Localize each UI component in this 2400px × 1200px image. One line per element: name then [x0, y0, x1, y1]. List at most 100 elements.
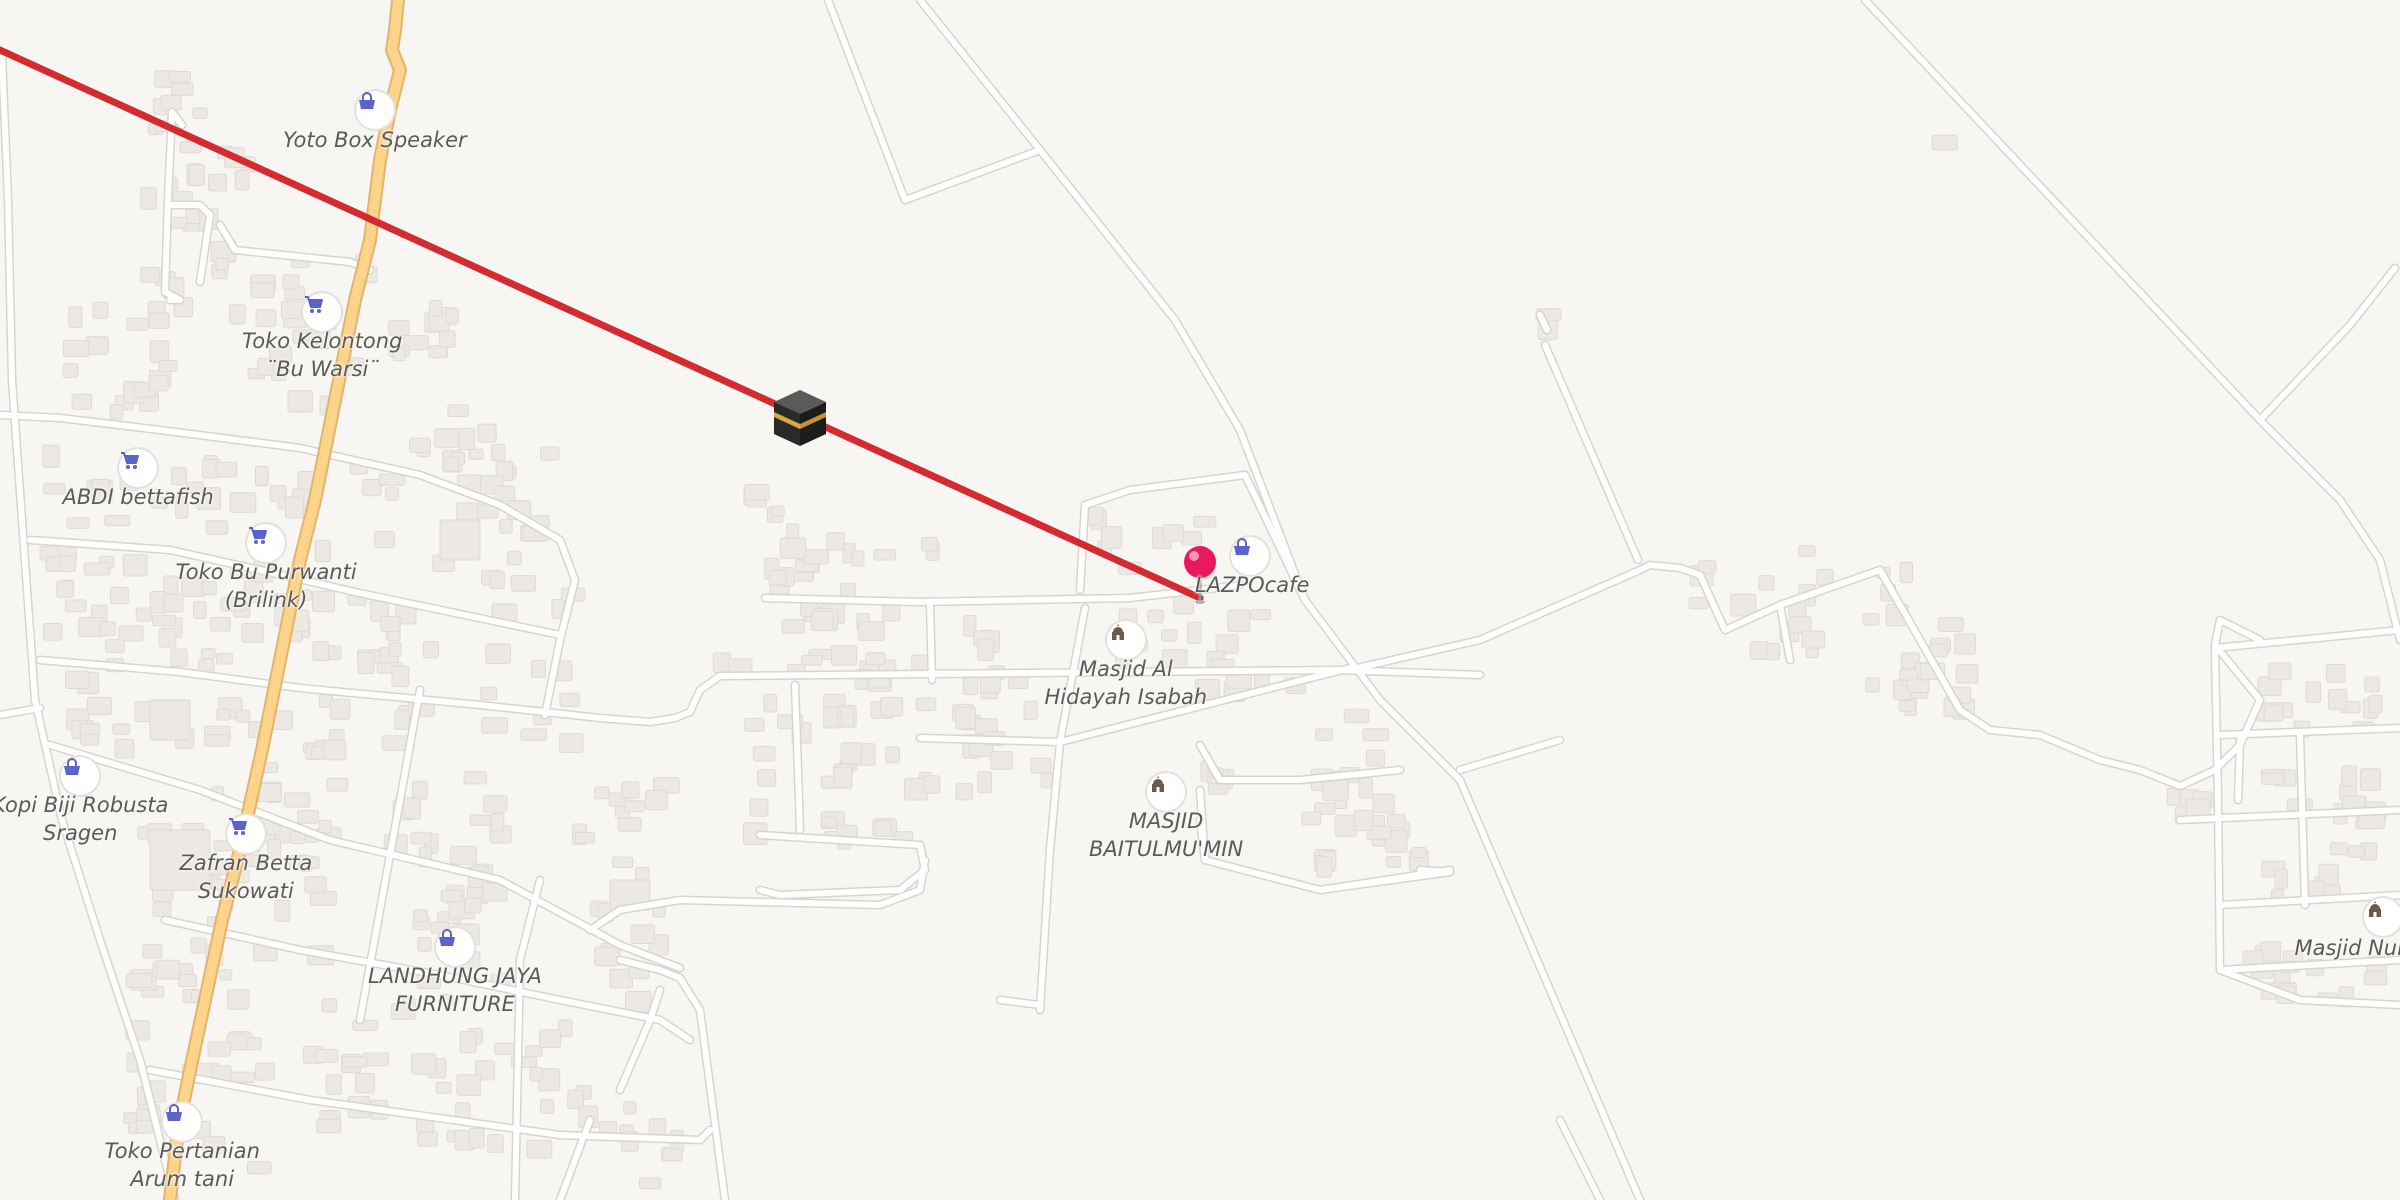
building: [444, 456, 459, 472]
building: [152, 614, 177, 627]
building: [112, 723, 130, 735]
road: [1542, 342, 1641, 563]
shopping-bag-icon[interactable]: [163, 1103, 201, 1141]
building: [148, 375, 169, 392]
building: [417, 937, 432, 953]
building: [255, 465, 269, 487]
building: [494, 1042, 517, 1055]
building: [1162, 524, 1184, 542]
poi-label-line: Toko Pertanian: [104, 1139, 260, 1163]
building: [59, 555, 76, 573]
building: [2368, 694, 2383, 714]
poi-label-line: Toko Kelontong: [242, 329, 403, 353]
building: [1898, 700, 1916, 712]
building: [235, 709, 251, 723]
poi-label: Toko Pertanian Arum tani: [105, 1137, 260, 1193]
shopping-bag-icon[interactable]: [356, 91, 394, 129]
building: [68, 306, 83, 328]
building: [1865, 677, 1880, 693]
shopping-cart-icon[interactable]: [303, 293, 341, 331]
building: [357, 651, 375, 674]
building: [490, 443, 506, 461]
building: [810, 610, 834, 631]
road: [917, 0, 1308, 603]
building: [744, 717, 765, 732]
shopping-bag-icon[interactable]: [436, 928, 474, 966]
building: [539, 1029, 562, 1048]
building: [2166, 787, 2181, 806]
building: [125, 973, 153, 988]
mosque-icon[interactable]: [1107, 621, 1145, 659]
building: [858, 621, 885, 641]
shopping-bag-icon[interactable]: [61, 757, 99, 795]
road: [2235, 737, 2243, 803]
buildings-layer: [39, 70, 2388, 1190]
building: [42, 444, 60, 468]
road-casing: [1860, 0, 2400, 645]
building: [456, 427, 476, 450]
building: [469, 814, 494, 826]
building: [86, 696, 113, 716]
road: [927, 602, 935, 683]
building: [158, 628, 177, 648]
building: [241, 623, 264, 643]
building: [1766, 643, 1780, 661]
building: [499, 518, 513, 534]
building: [923, 775, 941, 794]
building: [378, 473, 406, 486]
building: [874, 820, 892, 837]
building: [2341, 765, 2357, 787]
building: [2364, 676, 2380, 693]
building: [83, 562, 111, 576]
road: [1417, 867, 1453, 875]
building: [624, 800, 645, 813]
building: [1316, 856, 1332, 878]
building: [916, 697, 937, 712]
building: [323, 739, 347, 761]
building: [85, 336, 109, 355]
mosque-icon[interactable]: [2364, 898, 2400, 936]
building: [630, 924, 655, 944]
building: [126, 317, 149, 331]
building: [411, 1053, 437, 1075]
poi-label: Toko Kelontong ¨Bu Warsi¨: [242, 327, 402, 383]
building: [880, 696, 904, 717]
building: [468, 448, 484, 460]
building: [645, 789, 668, 811]
building: [62, 339, 90, 358]
building: [1227, 609, 1251, 632]
building: [229, 304, 246, 325]
building: [110, 586, 129, 605]
shopping-bag-icon[interactable]: [1231, 537, 1269, 575]
building: [2363, 970, 2388, 986]
shopping-cart-icon[interactable]: [119, 449, 157, 487]
building: [1193, 515, 1217, 528]
building: [540, 446, 560, 461]
shopping-cart-icon[interactable]: [247, 524, 285, 562]
building: [71, 393, 92, 410]
poi-label-line: FURNITURE: [394, 992, 515, 1016]
building: [190, 937, 207, 954]
building: [287, 390, 313, 413]
building: [2347, 845, 2366, 858]
building: [312, 641, 329, 662]
building: [105, 639, 125, 654]
building: [325, 1074, 343, 1095]
building: [255, 309, 277, 328]
building: [531, 659, 547, 678]
map-view[interactable]: Yoto Box Speaker Toko Kelontong ¨Bu Warsi¨…: [0, 0, 2400, 1200]
shopping-cart-icon[interactable]: [227, 815, 265, 853]
building: [1801, 630, 1826, 649]
building: [321, 998, 338, 1013]
mosque-icon[interactable]: [1147, 773, 1185, 811]
building: [99, 621, 116, 637]
building: [663, 1148, 683, 1162]
building: [529, 1066, 543, 1082]
building: [749, 798, 769, 817]
building: [326, 645, 342, 661]
building: [246, 1037, 262, 1051]
building: [2326, 663, 2346, 684]
building: [152, 901, 172, 917]
building: [840, 706, 855, 728]
building: [2268, 662, 2292, 681]
